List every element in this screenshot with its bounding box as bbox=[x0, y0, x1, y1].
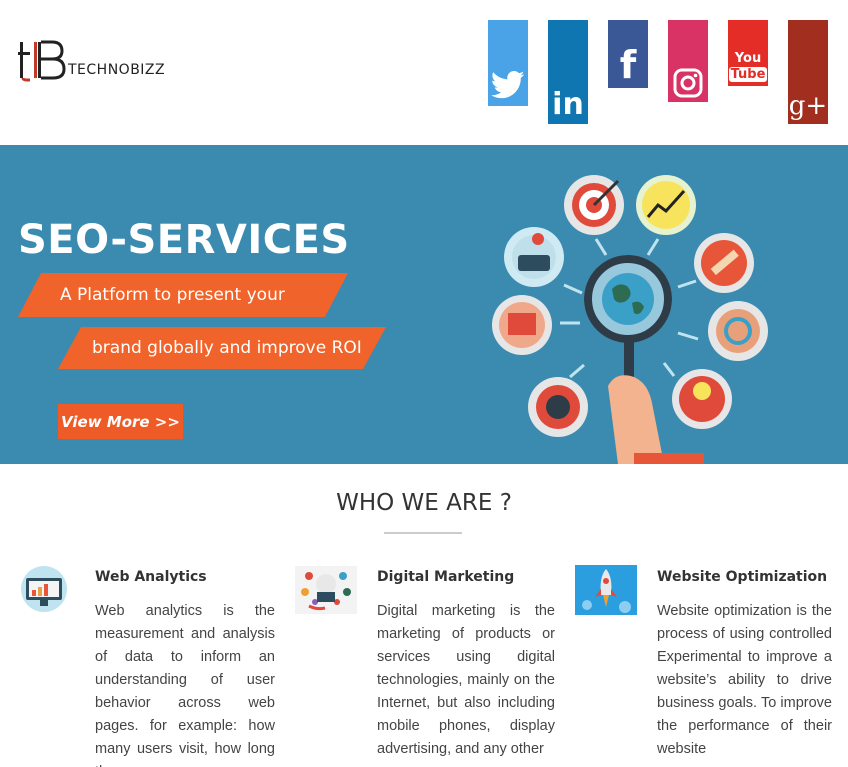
digital-marketing-icon bbox=[295, 566, 357, 614]
instagram-icon bbox=[673, 68, 703, 98]
facebook-link[interactable]: f bbox=[608, 20, 648, 88]
google-plus-icon: g+ bbox=[788, 91, 828, 121]
facebook-icon: f bbox=[619, 43, 637, 87]
view-more-button[interactable]: View More >> bbox=[58, 404, 183, 439]
twitter-link[interactable] bbox=[488, 20, 528, 106]
seo-illustration-icon bbox=[492, 175, 768, 464]
hero-banner: SEO-SERVICES A Platform to present your … bbox=[0, 145, 848, 464]
linkedin-link[interactable]: in bbox=[548, 20, 588, 124]
banner-ribbon-2: brand globally and improve ROI bbox=[58, 327, 386, 369]
logo-mark-icon bbox=[18, 40, 66, 82]
technobizz-logo[interactable]: TECHNOBIZZ bbox=[18, 38, 178, 82]
logo-text: TECHNOBIZZ bbox=[68, 62, 166, 78]
section-divider bbox=[384, 532, 462, 534]
feature-text-digital-marketing: Digital marketing is the marketing of pr… bbox=[377, 603, 555, 757]
twitter-icon bbox=[491, 70, 525, 99]
feature-title-web-analytics: Web Analytics bbox=[95, 569, 207, 585]
section-title: WHO WE ARE ? bbox=[336, 490, 512, 516]
feature-title-website-optimization: Website Optimization bbox=[657, 569, 828, 585]
linkedin-icon: in bbox=[552, 87, 584, 122]
banner-title: SEO-SERVICES bbox=[18, 217, 350, 263]
youtube-icon-top: You bbox=[734, 51, 762, 66]
youtube-icon: Tube bbox=[728, 67, 768, 82]
instagram-link[interactable] bbox=[668, 20, 708, 102]
analytics-monitor-icon bbox=[21, 566, 67, 612]
feature-text-web-analytics: Web analytics is the measurement and ana… bbox=[95, 603, 275, 767]
site-header: TECHNOBIZZ in f You Tube g+ bbox=[0, 0, 848, 145]
rocket-icon bbox=[575, 565, 637, 615]
google-plus-link[interactable]: g+ bbox=[788, 20, 828, 124]
feature-text-website-optimization: Website optimization is the process of u… bbox=[657, 603, 832, 757]
youtube-link[interactable]: You Tube bbox=[728, 20, 768, 86]
banner-ribbon-1: A Platform to present your bbox=[18, 273, 348, 317]
feature-title-digital-marketing: Digital Marketing bbox=[377, 569, 515, 585]
